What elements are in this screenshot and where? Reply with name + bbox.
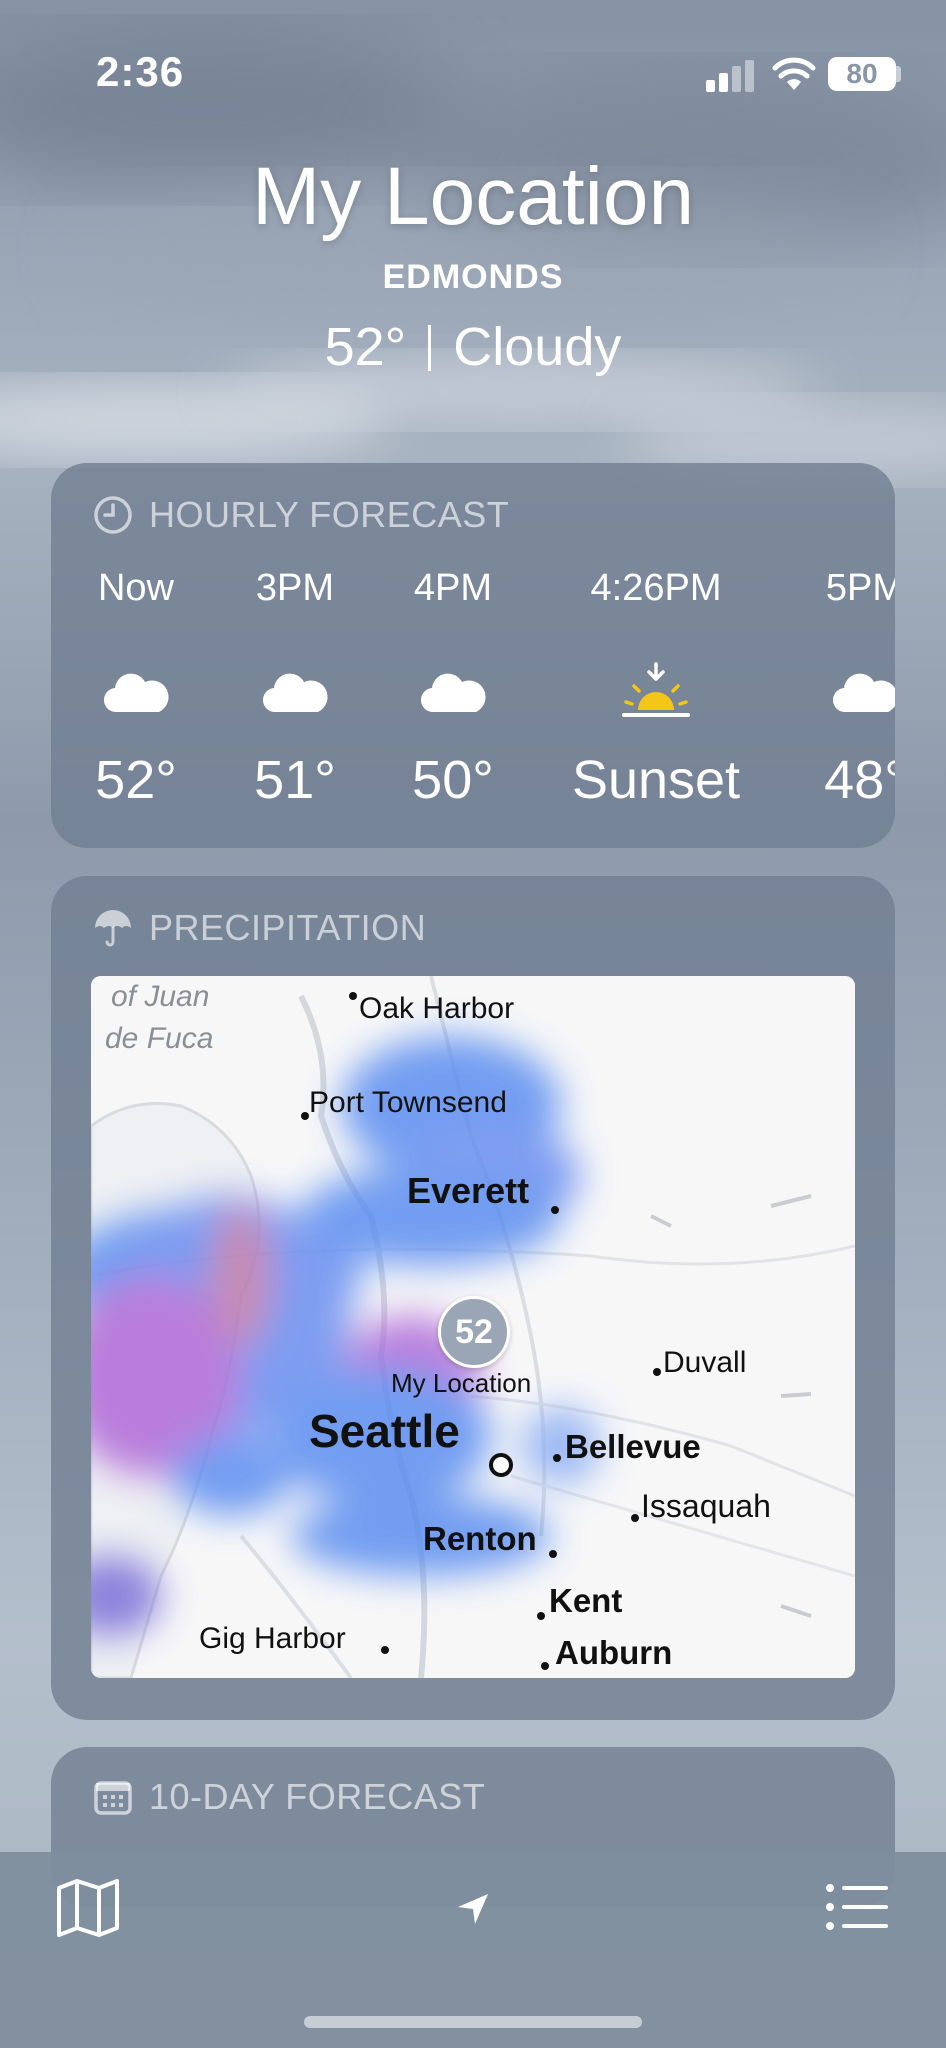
map-icon[interactable] bbox=[56, 1878, 120, 1938]
cloud-icon bbox=[262, 673, 328, 713]
calendar-icon bbox=[94, 1781, 132, 1815]
place-duvall: Duvall bbox=[663, 1346, 747, 1379]
place-renton: Renton bbox=[423, 1520, 537, 1557]
place-port-townsend: Port Townsend bbox=[309, 1086, 507, 1119]
ten-day-forecast-header: 10-DAY FORECAST bbox=[93, 1775, 485, 1819]
hourly-forecast-header: HOURLY FORECAST bbox=[93, 493, 509, 537]
current-condition: Cloudy bbox=[453, 317, 622, 377]
location-title: My Location bbox=[251, 151, 695, 242]
home-indicator[interactable] bbox=[304, 2016, 642, 2028]
city-dot bbox=[349, 992, 357, 1000]
precipitation-header: PRECIPITATION bbox=[93, 906, 426, 950]
place-issaquah: Issaquah bbox=[641, 1488, 771, 1524]
place-gig-harbor: Gig Harbor bbox=[199, 1622, 346, 1655]
city-dot bbox=[301, 1112, 309, 1120]
status-time: 2:36 bbox=[96, 48, 185, 95]
cloud-icon bbox=[103, 673, 169, 713]
city-dot bbox=[631, 1514, 639, 1522]
hour-item[interactable]: 4PM 50° bbox=[358, 567, 548, 811]
battery-tip bbox=[896, 66, 901, 82]
seattle-marker bbox=[489, 1453, 513, 1477]
cloud-icon bbox=[833, 673, 895, 713]
hourly-forecast-title: HOURLY FORECAST bbox=[149, 494, 510, 535]
place-bellevue: Bellevue bbox=[565, 1428, 701, 1465]
hourly-forecast-card[interactable]: HOURLY FORECAST Now 52° 3PM 51° 4PM 50° … bbox=[51, 463, 895, 848]
place-auburn: Auburn bbox=[555, 1634, 673, 1671]
city-dot bbox=[381, 1646, 389, 1654]
city-dot bbox=[541, 1662, 549, 1670]
precipitation-title: PRECIPITATION bbox=[149, 907, 427, 948]
place-everett: Everett bbox=[407, 1170, 530, 1211]
umbrella-icon bbox=[95, 910, 131, 947]
place-kent: Kent bbox=[549, 1582, 623, 1619]
city-dot bbox=[553, 1454, 561, 1462]
separator bbox=[428, 325, 432, 371]
ten-day-forecast-title: 10-DAY FORECAST bbox=[149, 1776, 486, 1817]
current-conditions: 52° Cloudy bbox=[0, 316, 946, 378]
city-dot bbox=[549, 1550, 557, 1558]
city-dot bbox=[653, 1368, 661, 1376]
hour-item[interactable]: 4:26PM Sunset bbox=[561, 567, 751, 811]
clock-icon bbox=[94, 496, 132, 534]
place-seattle: Seattle bbox=[309, 1405, 460, 1457]
hour-temperature: 48° bbox=[824, 750, 895, 810]
water-label: of Juan bbox=[111, 980, 210, 1013]
hour-temperature: Sunset bbox=[571, 750, 741, 810]
location-arrow-icon[interactable] bbox=[456, 1892, 490, 1926]
hour-time: 4PM bbox=[413, 567, 493, 609]
city-dot bbox=[537, 1612, 545, 1620]
my-location-pin[interactable]: 52 bbox=[438, 1296, 510, 1368]
hour-item[interactable]: 5PM 48° bbox=[770, 567, 895, 811]
list-icon[interactable] bbox=[826, 1884, 888, 1930]
cellular-signal-icon bbox=[706, 60, 754, 92]
battery-indicator: 80 bbox=[828, 57, 896, 91]
place-oak-harbor: Oak Harbor bbox=[359, 992, 515, 1025]
city-dot bbox=[551, 1206, 559, 1214]
my-location-label: My Location bbox=[391, 1368, 532, 1398]
hour-time: 5PM bbox=[825, 567, 895, 609]
wifi-icon bbox=[772, 57, 816, 90]
cloud-icon bbox=[420, 673, 486, 713]
current-temperature: 52° bbox=[324, 317, 407, 377]
sunset-icon bbox=[622, 662, 690, 717]
hour-temperature: 50° bbox=[412, 750, 494, 810]
location-place: EDMONDS bbox=[382, 258, 564, 296]
water-label: de Fuca bbox=[105, 1022, 214, 1055]
hour-time: 4:26PM bbox=[590, 567, 722, 609]
